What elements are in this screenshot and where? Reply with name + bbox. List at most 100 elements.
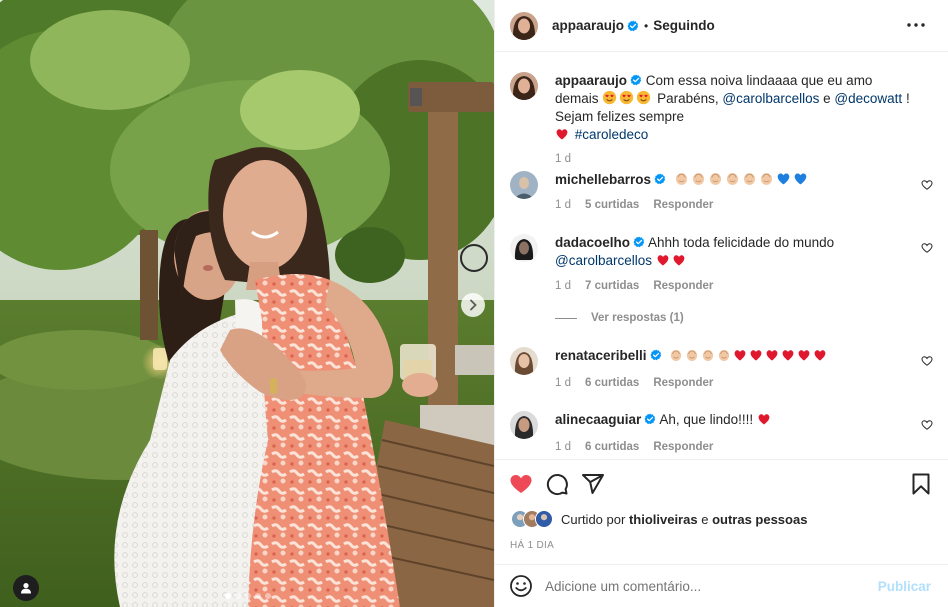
comment-icon[interactable] <box>545 472 569 496</box>
like-comment-heart-icon[interactable] <box>921 419 933 431</box>
comment-meta: 1 d 7 curtidas Responder <box>555 280 713 292</box>
comment-likes[interactable]: 6 curtidas <box>585 441 639 453</box>
like-comment-heart-icon[interactable] <box>921 242 933 254</box>
comment-meta: 1 d 6 curtidas Responder <box>555 377 713 389</box>
clapping-hands-emoji-icon <box>742 171 757 186</box>
red-heart-emoji-icon <box>555 127 569 141</box>
clapping-hands-emoji-icon <box>717 348 731 362</box>
reply-button[interactable]: Responder <box>653 280 713 292</box>
verified-badge-icon <box>630 74 642 86</box>
commenter-username[interactable]: alinecaaguiar <box>555 412 641 427</box>
liked-heart-icon[interactable] <box>509 472 533 496</box>
share-icon[interactable] <box>581 472 605 496</box>
carousel-dot <box>265 593 271 599</box>
more-options-button[interactable] <box>905 14 927 36</box>
author-avatar[interactable] <box>510 72 538 100</box>
verified-badge-icon <box>644 413 656 425</box>
next-slide-button[interactable] <box>461 293 485 317</box>
liked-by-user-link[interactable]: thioliveiras <box>629 512 698 527</box>
comment-text: Ahhh toda felicidade do mundo <box>648 235 835 250</box>
comment-likes[interactable]: 6 curtidas <box>585 377 639 389</box>
tagged-users-button[interactable] <box>13 575 39 601</box>
caption: appaaraujo Com essa noiva lindaaaa que e… <box>510 72 935 165</box>
view-replies-button[interactable]: Ver respostas (1) <box>555 312 684 324</box>
red-heart-emoji-icon <box>797 348 811 362</box>
caption-and: e <box>823 91 831 106</box>
liked-by-others-link[interactable]: outras pessoas <box>712 512 807 527</box>
emoji-picker-icon[interactable] <box>509 574 533 598</box>
replies-divider <box>555 317 577 319</box>
comment-text: Ah, que lindo!!!! <box>659 412 754 427</box>
comment-body: michellebarros <box>555 171 915 189</box>
reply-button[interactable]: Responder <box>653 377 713 389</box>
mention-link[interactable]: @carolbarcellos <box>722 91 819 106</box>
comment-body: alinecaaguiar Ah, que lindo!!!! <box>555 411 915 429</box>
clapping-hands-emoji-icon <box>708 171 723 186</box>
clapping-hands-emoji-icon <box>759 171 774 186</box>
like-comment-heart-icon[interactable] <box>921 355 933 367</box>
comment-time[interactable]: 1 d <box>555 441 571 453</box>
liked-by-summary: Curtido por thioliveiras e outras pessoa… <box>511 510 807 528</box>
comment-item: alinecaaguiar Ah, que lindo!!!! 1 d 6 cu… <box>510 411 935 456</box>
blue-heart-emoji-icon <box>793 171 808 186</box>
caption-meta: 1 d <box>555 153 571 165</box>
mention-link[interactable]: @decowatt <box>834 91 902 106</box>
clapping-hands-emoji-icon <box>669 348 683 362</box>
save-bookmark-icon[interactable] <box>909 472 933 496</box>
red-heart-emoji-icon <box>733 348 747 362</box>
like-comment-heart-icon[interactable] <box>921 179 933 191</box>
author-username[interactable]: appaaraujo <box>552 18 624 33</box>
reply-button[interactable]: Responder <box>653 441 713 453</box>
comment-time[interactable]: 1 d <box>555 199 571 211</box>
commenter-username[interactable]: renataceribelli <box>555 348 647 363</box>
following-button[interactable]: Seguindo <box>653 18 715 33</box>
chevron-right-icon <box>470 299 477 311</box>
verified-badge-icon <box>633 236 645 248</box>
commenter-avatar[interactable] <box>510 171 538 199</box>
comment-likes[interactable]: 5 curtidas <box>585 199 639 211</box>
hashtag-link[interactable]: #caroledeco <box>575 127 649 142</box>
wedding-photo-image <box>0 0 494 607</box>
comment-likes[interactable]: 7 curtidas <box>585 280 639 292</box>
blue-heart-emoji-icon <box>776 171 791 186</box>
commenter-username[interactable]: michellebarros <box>555 172 651 187</box>
comments-list[interactable]: appaaraujo Com essa noiva lindaaaa que e… <box>495 53 948 459</box>
header-separator: • <box>644 18 649 33</box>
user-icon <box>21 583 31 594</box>
reply-button[interactable]: Responder <box>653 199 713 211</box>
comment-meta: 1 d 5 curtidas Responder <box>555 199 713 211</box>
comment-input[interactable] <box>545 578 855 594</box>
caption-username[interactable]: appaaraujo <box>555 73 627 88</box>
red-heart-emoji-icon <box>765 348 779 362</box>
love-face-emoji-icon <box>602 90 617 105</box>
author-avatar[interactable] <box>510 11 538 40</box>
verified-badge-icon <box>654 173 666 185</box>
comment-body: renataceribelli <box>555 347 915 365</box>
red-heart-emoji-icon <box>781 348 795 362</box>
red-heart-emoji-icon <box>672 253 686 267</box>
verified-badge-icon <box>650 349 662 361</box>
commenter-avatar[interactable] <box>510 234 538 262</box>
add-comment-bar: Publicar <box>495 564 948 607</box>
red-heart-emoji-icon <box>656 253 670 267</box>
love-face-emoji-icon <box>636 90 651 105</box>
mention-link[interactable]: @carolbarcellos <box>555 253 652 268</box>
view-replies-label[interactable]: Ver respostas (1) <box>591 312 684 324</box>
publish-button[interactable]: Publicar <box>878 579 931 594</box>
post-header: appaaraujo • Seguindo <box>495 0 948 52</box>
love-face-emoji-icon <box>619 90 634 105</box>
more-horizontal-icon <box>907 23 925 27</box>
commenter-avatar[interactable] <box>510 411 538 439</box>
red-heart-emoji-icon <box>757 412 771 426</box>
carousel-dot <box>245 593 251 599</box>
comment-time[interactable]: 1 d <box>555 377 571 389</box>
commenter-username[interactable]: dadacoelho <box>555 235 630 250</box>
comment-meta: 1 d 6 curtidas Responder <box>555 441 713 453</box>
liker-avatar[interactable] <box>535 510 553 528</box>
verified-badge-icon <box>627 20 639 32</box>
comment-time[interactable]: 1 d <box>555 280 571 292</box>
caption-time[interactable]: 1 d <box>555 153 571 165</box>
post-photo[interactable] <box>0 0 494 607</box>
post-timestamp[interactable]: HÁ 1 DIA <box>510 540 554 551</box>
commenter-avatar[interactable] <box>510 347 538 375</box>
